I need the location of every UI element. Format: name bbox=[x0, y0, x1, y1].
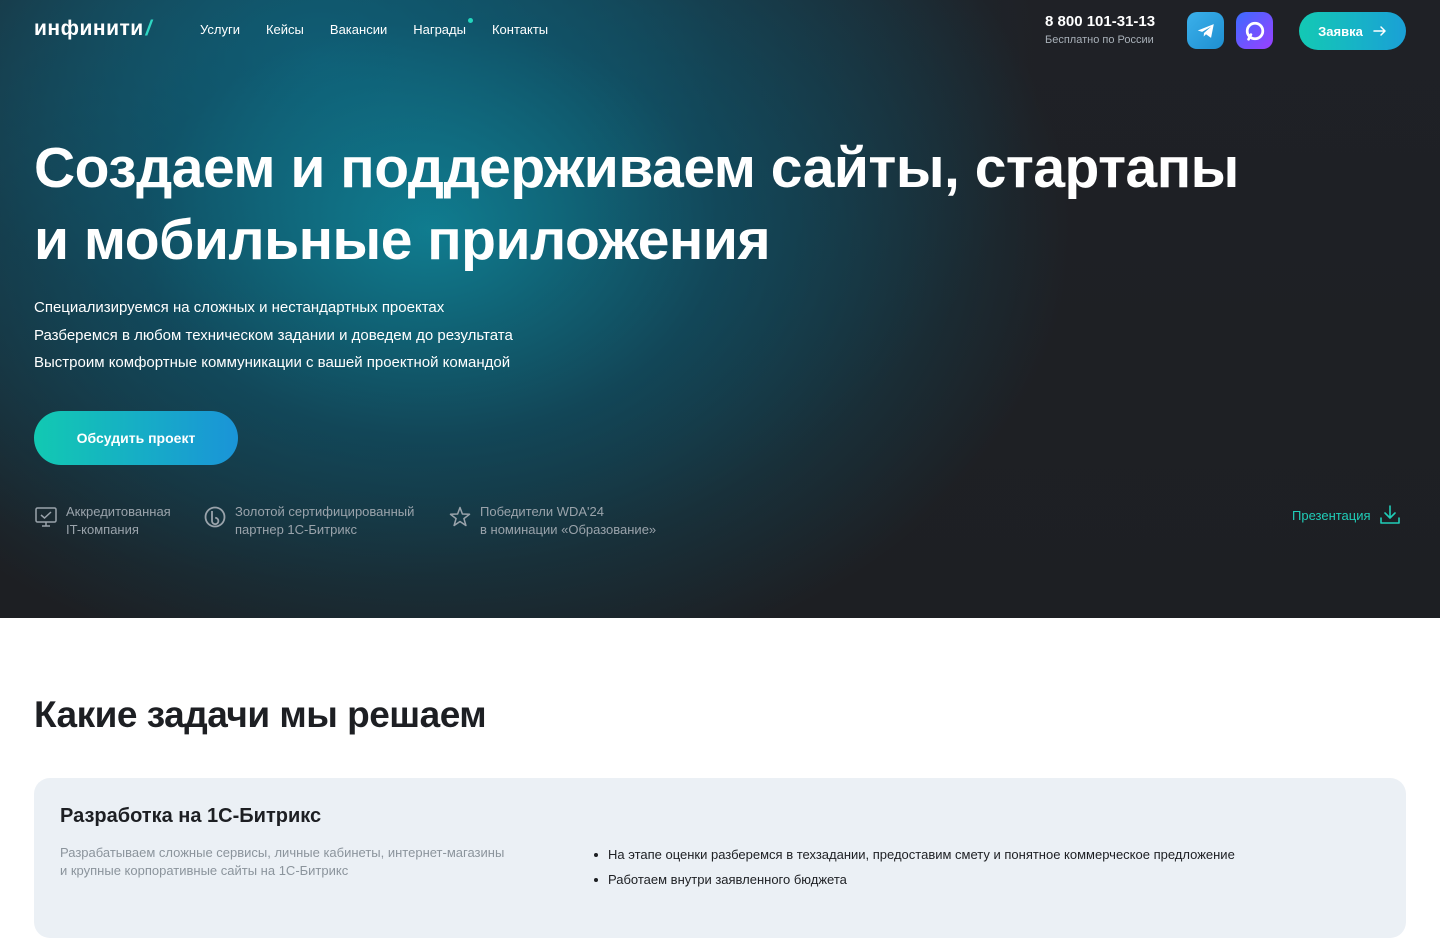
telegram-icon bbox=[1197, 23, 1214, 38]
list-item: На этапе оценки разберемся в техзадании,… bbox=[594, 842, 1235, 867]
nav-item-vacancies[interactable]: Вакансии bbox=[330, 22, 387, 37]
max-messenger-button[interactable] bbox=[1236, 12, 1273, 49]
badge-line: Аккредитованная bbox=[66, 504, 171, 519]
nav-item-contacts[interactable]: Контакты bbox=[492, 22, 548, 37]
phone-number[interactable]: 8 800 101-31-13 bbox=[1045, 13, 1155, 30]
nav-item-services[interactable]: Услуги bbox=[200, 22, 240, 37]
presentation-download-link[interactable]: Презентация bbox=[1292, 504, 1401, 526]
nav-item-cases[interactable]: Кейсы bbox=[266, 22, 304, 37]
hero-bullet: Разберемся в любом техническом задании и… bbox=[34, 326, 513, 344]
main-nav: Услуги Кейсы Вакансии Награды Контакты bbox=[200, 18, 574, 37]
phone-block: 8 800 101-31-13 Бесплатно по России bbox=[1045, 13, 1155, 46]
badge-line: Победители WDA'24 bbox=[480, 504, 605, 519]
badge-line: IT-компания bbox=[66, 522, 139, 537]
badge-wda-winner: Победители WDA'24 в номинации «Образован… bbox=[448, 503, 656, 539]
hero-headline-line1: Создаем и поддерживаем сайты, стартапы bbox=[34, 136, 1239, 200]
badge-line: в номинации «Образование» bbox=[480, 522, 657, 537]
bitrix-icon bbox=[204, 506, 226, 528]
service-card-points: На этапе оценки разберемся в техзадании,… bbox=[594, 842, 1235, 892]
logo-slash: / bbox=[145, 17, 153, 40]
max-messenger-icon bbox=[1245, 21, 1264, 41]
badge-line: партнер 1С-Битрикс bbox=[235, 522, 357, 537]
request-button-label: Заявка bbox=[1318, 23, 1363, 39]
download-icon bbox=[1379, 505, 1400, 524]
new-indicator-dot bbox=[467, 18, 473, 23]
hero-bullet: Специализируемся на сложных и нестандарт… bbox=[34, 299, 445, 316]
badge-bitrix-partner: Золотой сертифицированный партнер 1С-Бит… bbox=[203, 503, 414, 539]
badge-accredited: Аккредитованная IT-компания bbox=[34, 503, 171, 539]
hero-bullet: Выстроим комфортные коммуникации с вашей… bbox=[34, 354, 511, 371]
site-header: инфинити / Услуги Кейсы Вакансии Награды … bbox=[34, 0, 1406, 62]
hero-headline-line2: и мобильные приложения bbox=[34, 208, 771, 272]
award-star-icon bbox=[449, 506, 471, 527]
hero-headline: Создаем и поддерживаем сайты, стартапы и… bbox=[34, 132, 1334, 276]
nav-item-awards-label: Награды bbox=[413, 22, 466, 37]
presentation-label: Презентация bbox=[1292, 507, 1371, 523]
phone-note: Бесплатно по России bbox=[1045, 34, 1154, 46]
service-card-bitrix[interactable]: Разработка на 1С-Битрикс Разрабатываем с… bbox=[34, 778, 1406, 938]
badge-line: Золотой сертифицированный bbox=[235, 504, 415, 519]
telegram-button[interactable] bbox=[1187, 12, 1224, 49]
request-button[interactable]: Заявка bbox=[1299, 12, 1406, 50]
service-card-desc-line: и крупные корпоративные сайты на 1С-Битр… bbox=[60, 863, 349, 878]
nav-item-awards[interactable]: Награды bbox=[413, 18, 473, 37]
discuss-project-button[interactable]: Обсудить проект bbox=[34, 411, 238, 465]
hero-bullets: Специализируемся на сложных и нестандарт… bbox=[34, 294, 513, 377]
list-item: Работаем внутри заявленного бюджета bbox=[594, 867, 1235, 892]
service-card-title: Разработка на 1С-Битрикс bbox=[60, 805, 322, 827]
monitor-check-icon bbox=[35, 507, 57, 527]
service-card-description: Разрабатываем сложные сервисы, личные ка… bbox=[60, 844, 540, 880]
logo[interactable]: инфинити / bbox=[34, 17, 152, 41]
arrow-right-icon bbox=[1373, 26, 1386, 36]
tasks-section-title: Какие задачи мы решаем bbox=[34, 694, 487, 735]
logo-text: инфинити bbox=[34, 17, 144, 40]
service-card-desc-line: Разрабатываем сложные сервисы, личные ка… bbox=[60, 845, 505, 860]
hero-section: инфинити / Услуги Кейсы Вакансии Награды … bbox=[0, 0, 1440, 618]
